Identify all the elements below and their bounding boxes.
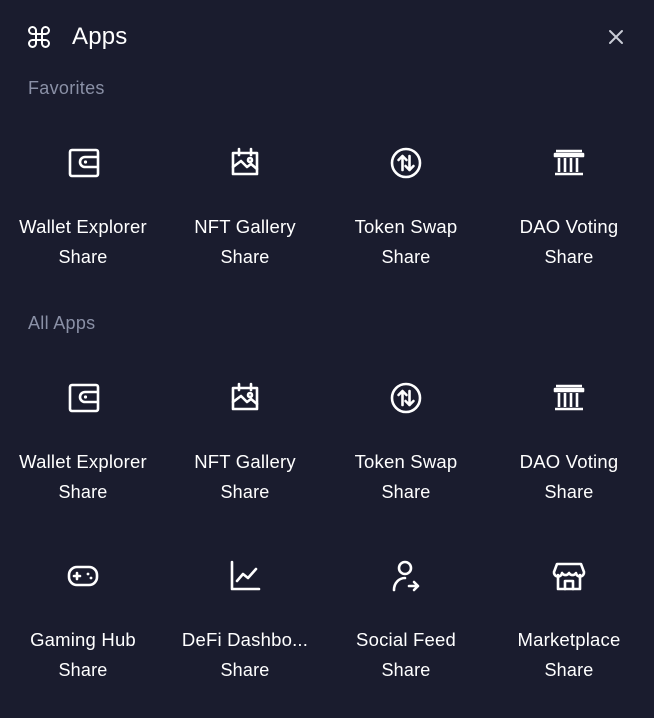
app-tile-gaming-hub[interactable]: Gaming Hub Share: [0, 556, 166, 716]
share-link[interactable]: Share: [166, 481, 324, 503]
app-tile-token-swap[interactable]: Token Swap Share: [324, 378, 488, 538]
gamepad-icon: [63, 556, 103, 596]
header: Apps: [0, 0, 654, 76]
page-title: Apps: [72, 23, 128, 50]
app-tile-token-swap[interactable]: Token Swap Share: [324, 143, 488, 303]
app-name: NFT Gallery: [194, 216, 296, 237]
app-tile-dao-voting[interactable]: DAO Voting Share: [488, 143, 650, 303]
wallet-icon: [63, 378, 103, 418]
app-name: NFT Gallery: [194, 451, 296, 472]
share-link[interactable]: Share: [166, 659, 324, 681]
gallery-icon: [225, 143, 265, 183]
user-share-icon: [386, 556, 426, 596]
share-link[interactable]: Share: [166, 246, 324, 268]
app-tile-social-feed[interactable]: Social Feed Share: [324, 556, 488, 716]
app-tile-dao-voting[interactable]: DAO Voting Share: [488, 378, 650, 538]
app-tile-marketplace[interactable]: Marketplace Share: [488, 556, 650, 716]
app-tile-defi-dashbo[interactable]: DeFi Dashbo... Share: [166, 556, 324, 716]
section-label-favorites: Favorites: [28, 78, 105, 98]
share-link[interactable]: Share: [324, 246, 488, 268]
store-icon: [549, 556, 589, 596]
share-link[interactable]: Share: [488, 246, 650, 268]
app-tile-nft-gallery[interactable]: NFT Gallery Share: [166, 143, 324, 303]
app-name: Wallet Explorer: [19, 451, 147, 472]
bank-icon: [549, 378, 589, 418]
share-link[interactable]: Share: [0, 481, 166, 503]
app-tile-wallet-explorer[interactable]: Wallet Explorer Share: [0, 378, 166, 538]
app-tile-nft-gallery[interactable]: NFT Gallery Share: [166, 378, 324, 538]
apps-panel: Apps Favorites Wallet Explorer Share NFT G…: [0, 0, 654, 718]
command-icon: [27, 25, 51, 49]
share-link[interactable]: Share: [0, 659, 166, 681]
share-link[interactable]: Share: [488, 659, 650, 681]
app-name: Gaming Hub: [30, 629, 136, 650]
app-name: Token Swap: [354, 216, 458, 237]
swap-icon: [386, 378, 426, 418]
gallery-icon: [225, 378, 265, 418]
section-label-all-apps: All Apps: [28, 313, 96, 333]
app-name: DAO Voting: [519, 216, 619, 237]
wallet-icon: [63, 143, 103, 183]
swap-icon: [386, 143, 426, 183]
line-chart-icon: [225, 556, 265, 596]
app-name: DeFi Dashbo...: [181, 629, 309, 650]
share-link[interactable]: Share: [0, 246, 166, 268]
close-button[interactable]: [603, 24, 629, 50]
app-tile-wallet-explorer[interactable]: Wallet Explorer Share: [0, 143, 166, 303]
share-link[interactable]: Share: [488, 481, 650, 503]
share-link[interactable]: Share: [324, 481, 488, 503]
app-name: Marketplace: [517, 629, 621, 650]
share-link[interactable]: Share: [324, 659, 488, 681]
close-icon: [609, 30, 623, 44]
app-name: Token Swap: [354, 451, 458, 472]
app-name: Wallet Explorer: [19, 216, 147, 237]
bank-icon: [549, 143, 589, 183]
app-name: DAO Voting: [519, 451, 619, 472]
all-apps-grid: Wallet Explorer Share NFT Gallery Share Toke…: [0, 378, 654, 716]
app-name: Social Feed: [356, 629, 456, 650]
favorites-grid: Wallet Explorer Share NFT Gallery Share Toke…: [0, 143, 654, 303]
